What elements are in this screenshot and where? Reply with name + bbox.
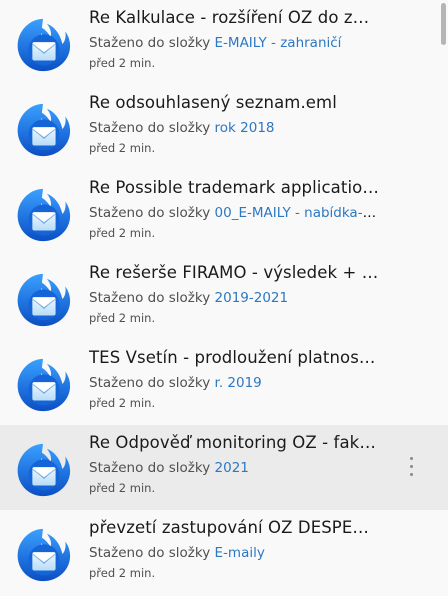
- notification-time: před 2 min.: [89, 141, 156, 155]
- scrollbar-thumb[interactable]: [441, 3, 446, 45]
- notification-time: před 2 min.: [89, 396, 156, 410]
- notification-time: před 2 min.: [89, 481, 156, 495]
- notification-item[interactable]: Re Possible trademark application in Cze…: [0, 170, 448, 255]
- notification-detail: Staženo do složky 2021: [89, 460, 379, 476]
- notification-detail: Staženo do složky E-MAILY - zahraničí: [89, 35, 379, 51]
- thunderbird-icon: [12, 355, 74, 415]
- notification-list: Re Kalkulace - rozšíření OZ do zahraničí…: [0, 0, 448, 596]
- notification-item[interactable]: Re Kalkulace - rozšíření OZ do zahraničí…: [0, 0, 448, 85]
- folder-link[interactable]: 2021: [215, 460, 249, 476]
- notification-item[interactable]: Re rešerše FIRAMO - výsledek + další pos…: [0, 255, 448, 340]
- notification-time: před 2 min.: [89, 226, 156, 240]
- folder-link[interactable]: E-maily: [215, 545, 265, 561]
- thunderbird-icon: [12, 270, 74, 330]
- notification-title: Re odsouhlasený seznam.eml: [89, 93, 337, 112]
- notification-detail: Staženo do složky rok 2018: [89, 120, 379, 136]
- notification-detail: Staženo do složky r. 2019: [89, 375, 379, 391]
- notification-detail: Staženo do složky 00_E-MAILY - nabídka-p…: [89, 205, 379, 221]
- notification-time: před 2 min.: [89, 56, 156, 70]
- notification-title: TES Vsetín - prodloužení platnosti ochra…: [89, 348, 379, 367]
- thunderbird-icon: [12, 185, 74, 245]
- folder-link[interactable]: 00_E-MAILY - nabídka-poptávka: [215, 205, 379, 221]
- notification-title: Re rešerše FIRAMO - výsledek + další pos…: [89, 263, 379, 282]
- notification-label: Staženo do složky: [89, 290, 211, 306]
- notification-label: Staženo do složky: [89, 460, 211, 476]
- folder-link[interactable]: E-MAILY - zahraničí: [215, 35, 342, 51]
- notification-title: převzetí zastupování OZ DESPERADOS: [89, 518, 379, 537]
- notification-title: Re Kalkulace - rozšíření OZ do zahraničí: [89, 8, 379, 27]
- notification-title: Re Possible trademark application in Cze…: [89, 178, 379, 197]
- notification-label: Staženo do složky: [89, 35, 211, 51]
- notification-item[interactable]: Re Odpověď monitoring OZ - faktura Staže…: [0, 425, 448, 510]
- notification-label: Staženo do složky: [89, 545, 211, 561]
- notification-label: Staženo do složky: [89, 120, 211, 136]
- notification-label: Staženo do složky: [89, 205, 211, 221]
- folder-link[interactable]: r. 2019: [215, 375, 262, 391]
- notification-label: Staženo do složky: [89, 375, 211, 391]
- notification-detail: Staženo do složky 2019-2021: [89, 290, 379, 306]
- notification-item[interactable]: Re odsouhlasený seznam.eml Staženo do sl…: [0, 85, 448, 170]
- folder-link[interactable]: rok 2018: [215, 120, 275, 136]
- notification-time: před 2 min.: [89, 566, 156, 580]
- notification-detail: Staženo do složky E-maily: [89, 545, 379, 561]
- notification-item[interactable]: převzetí zastupování OZ DESPERADOS Staže…: [0, 510, 448, 596]
- notification-title: Re Odpověď monitoring OZ - faktura: [89, 433, 379, 452]
- thunderbird-icon: [12, 440, 74, 500]
- notification-item[interactable]: TES Vsetín - prodloužení platnosti ochra…: [0, 340, 448, 425]
- folder-link[interactable]: 2019-2021: [215, 290, 289, 306]
- notification-time: před 2 min.: [89, 311, 156, 325]
- more-vertical-icon[interactable]: [408, 457, 414, 479]
- thunderbird-icon: [12, 525, 74, 585]
- thunderbird-icon: [12, 15, 74, 75]
- thunderbird-icon: [12, 100, 74, 160]
